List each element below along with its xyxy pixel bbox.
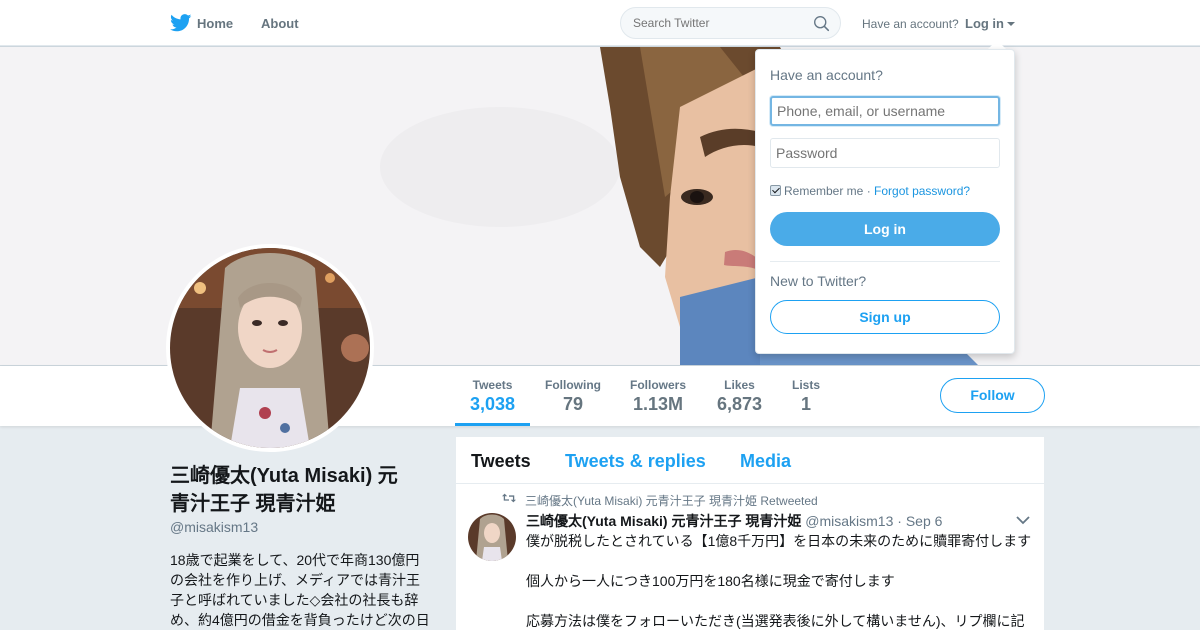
search-box [620, 7, 841, 39]
twitter-bird-icon[interactable] [170, 14, 192, 32]
stat-label: Lists [792, 378, 821, 392]
profile-handle[interactable]: @misakism13 [170, 519, 258, 535]
dropdown-arrow [988, 40, 1006, 49]
caret-down-icon [1007, 22, 1015, 26]
chevron-down-icon[interactable] [1016, 515, 1030, 525]
signup-button[interactable]: Sign up [770, 300, 1000, 334]
search-input[interactable] [633, 16, 803, 30]
stat-following[interactable]: Following 79 [545, 378, 601, 415]
stat-value: 79 [562, 394, 584, 414]
tweet-timestamp[interactable]: Sep 6 [906, 513, 943, 529]
tweet-separator: · [897, 513, 902, 529]
bio-line: め、約4億円の借金を背負ったけど次の日 [170, 612, 430, 628]
remember-separator: · [866, 184, 871, 198]
dropdown-divider [770, 261, 1000, 262]
stat-value: 6,873 [717, 394, 763, 414]
tweet-author-handle[interactable]: @misakism13 [805, 513, 893, 529]
tab-media[interactable]: Media [740, 451, 791, 472]
stat-followers[interactable]: Followers 1.13M [630, 378, 686, 415]
avatar-image [170, 248, 370, 448]
forgot-password-link[interactable]: Forgot password? [874, 184, 970, 198]
profile-bio: 18歳で起業をして、20代で年商130億円 の会社を作り上げ、メディアでは青汁王… [170, 550, 432, 630]
login-dropdown-toggle[interactable]: Log in [965, 16, 1015, 31]
tab-tweets[interactable]: Tweets [471, 451, 531, 472]
bio-line: 18歳で起業をして、20代で年商130億円 [170, 552, 420, 568]
stat-label: Following [545, 378, 601, 392]
stat-lists[interactable]: Lists 1 [792, 378, 820, 415]
remember-me-label[interactable]: Remember me [784, 184, 863, 198]
tweet-header: 三崎優太(Yuta Misaki) 元青汁王子 現青汁姫 @misakism13… [526, 511, 942, 531]
tweet-text-line: 個人から一人につき100万円を180名様に現金で寄付します [526, 573, 895, 589]
stat-tweets[interactable]: Tweets 3,038 [470, 378, 515, 415]
search-icon[interactable] [813, 15, 830, 32]
login-dropdown: Have an account? Remember me · Forgot pa… [755, 49, 1015, 354]
login-toggle-label: Log in [965, 16, 1004, 31]
new-to-twitter-text: New to Twitter? [770, 273, 867, 289]
stat-likes[interactable]: Likes 6,873 [717, 378, 762, 415]
tweet-avatar[interactable] [468, 513, 516, 561]
stat-value: 1.13M [632, 394, 684, 414]
tweet-author-name[interactable]: 三崎優太(Yuta Misaki) 元青汁王子 現青汁姫 [526, 513, 801, 529]
tweet-text-line: 僕が脱税したとされている【1億8千万円】を日本の未来のために贖罪寄付します [526, 533, 1032, 549]
retweet-context[interactable]: 三崎優太(Yuta Misaki) 元青汁王子 現青汁姫 Retweeted [525, 492, 818, 509]
profile-name-line: 三崎優太(Yuta Misaki) 元 [170, 465, 398, 487]
stat-value: 3,038 [470, 394, 516, 414]
retweet-icon [502, 493, 516, 503]
timeline-tabs: Tweets Tweets & replies Media [456, 437, 1044, 484]
profile-name[interactable]: 三崎優太(Yuta Misaki) 元 青汁王子 現青汁姫 [170, 462, 430, 518]
profile-avatar[interactable] [166, 244, 374, 452]
tab-tweets-and-replies[interactable]: Tweets & replies [565, 451, 706, 472]
password-input[interactable] [770, 138, 1000, 168]
remember-checkbox[interactable] [770, 185, 781, 196]
tweet-text-line: 応募方法は僕をフォローいただき(当選発表後に外して構いません)、リプ欄に記 [526, 613, 1025, 629]
timeline: Tweets Tweets & replies Media 三崎優太(Yuta … [456, 437, 1044, 630]
stat-label: Tweets [472, 378, 513, 392]
tweet-avatar-image [468, 513, 516, 561]
stat-label: Likes [724, 378, 755, 392]
nav-home-link[interactable]: Home [197, 16, 233, 31]
remember-row: Remember me · Forgot password? [770, 184, 970, 198]
nav-about-link[interactable]: About [261, 16, 299, 31]
bio-line: の会社を作り上げ、メディアでは青汁王 [170, 572, 421, 588]
username-input[interactable] [770, 96, 1000, 126]
profile-name-line: 青汁王子 現青汁姫 [170, 493, 336, 515]
dropdown-title: Have an account? [770, 67, 883, 83]
login-button[interactable]: Log in [770, 212, 1000, 246]
stat-label: Followers [630, 378, 687, 392]
bio-line: 子と呼ばれていました◇会社の社長も辞 [170, 592, 419, 608]
have-account-text: Have an account? [862, 17, 959, 31]
top-nav: Home About Have an account? Log in [0, 0, 1200, 46]
follow-button[interactable]: Follow [940, 378, 1045, 413]
stat-value: 1 [801, 394, 812, 414]
active-tab-underline [455, 423, 530, 426]
